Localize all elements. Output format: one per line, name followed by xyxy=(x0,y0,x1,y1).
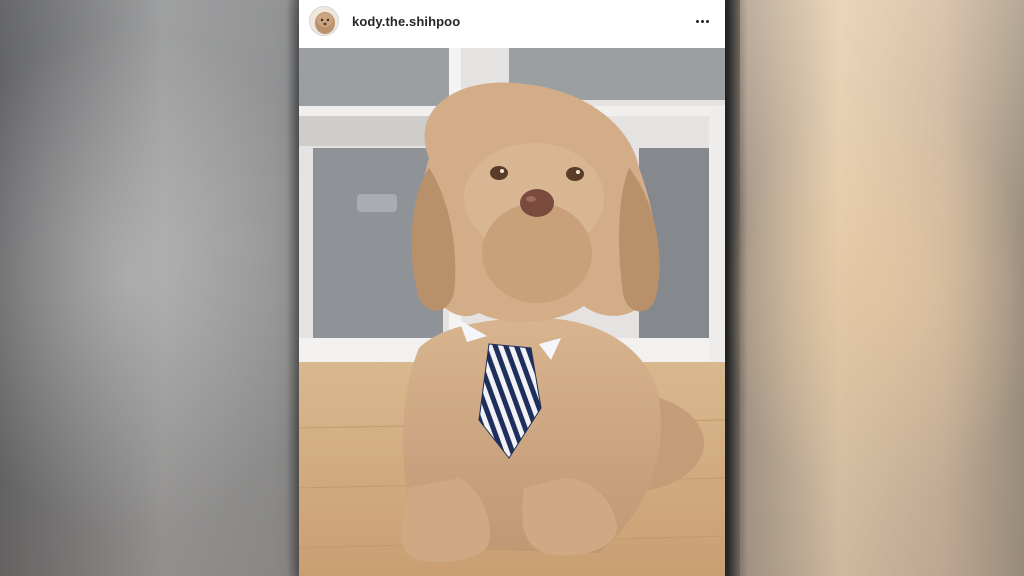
instagram-post: kody.the.shihpoo xyxy=(299,0,725,576)
background-right-blur xyxy=(740,0,1024,576)
more-dot xyxy=(705,19,709,23)
more-dot xyxy=(700,19,704,23)
post-header: kody.the.shihpoo xyxy=(299,0,725,44)
more-dot xyxy=(695,19,699,23)
username[interactable]: kody.the.shihpoo xyxy=(352,14,460,29)
background-left-blur xyxy=(0,0,300,576)
post-photo[interactable] xyxy=(299,48,725,576)
more-options-icon[interactable] xyxy=(689,10,715,32)
dog-avatar-icon[interactable] xyxy=(309,6,339,36)
